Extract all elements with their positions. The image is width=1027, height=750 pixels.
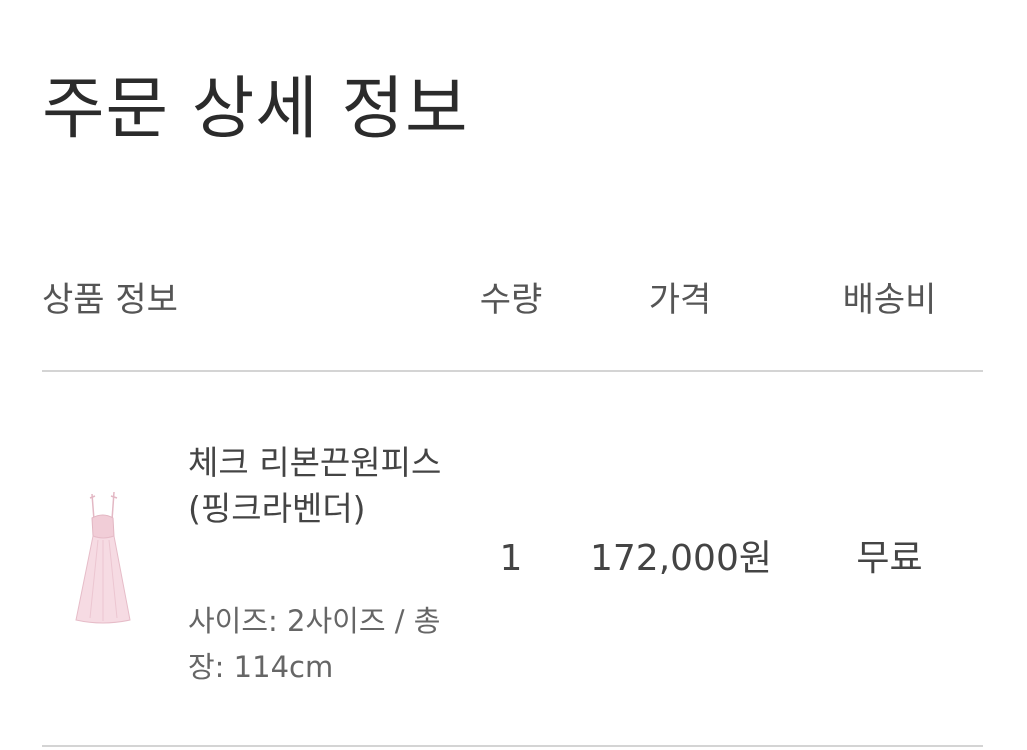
price-value: 172,000원 bbox=[590, 538, 772, 579]
product-thumbnail[interactable] bbox=[66, 490, 138, 626]
header-shipping: 배송비 bbox=[842, 280, 937, 320]
page-title: 주문 상세 정보 bbox=[42, 70, 469, 149]
quantity-value: 1 bbox=[499, 538, 523, 579]
product-option: 사이즈: 2사이즈 / 총장: 114cm bbox=[188, 604, 441, 684]
header-quantity: 수량 bbox=[479, 280, 543, 320]
header-divider bbox=[42, 370, 983, 372]
row-divider bbox=[42, 745, 983, 747]
header-product-info: 상품 정보 bbox=[42, 280, 178, 320]
header-price: 가격 bbox=[648, 280, 712, 320]
shipping-value: 무료 bbox=[856, 538, 923, 579]
product-name[interactable]: 체크 리본끈원피스 (핑크라벤더) bbox=[188, 440, 448, 532]
